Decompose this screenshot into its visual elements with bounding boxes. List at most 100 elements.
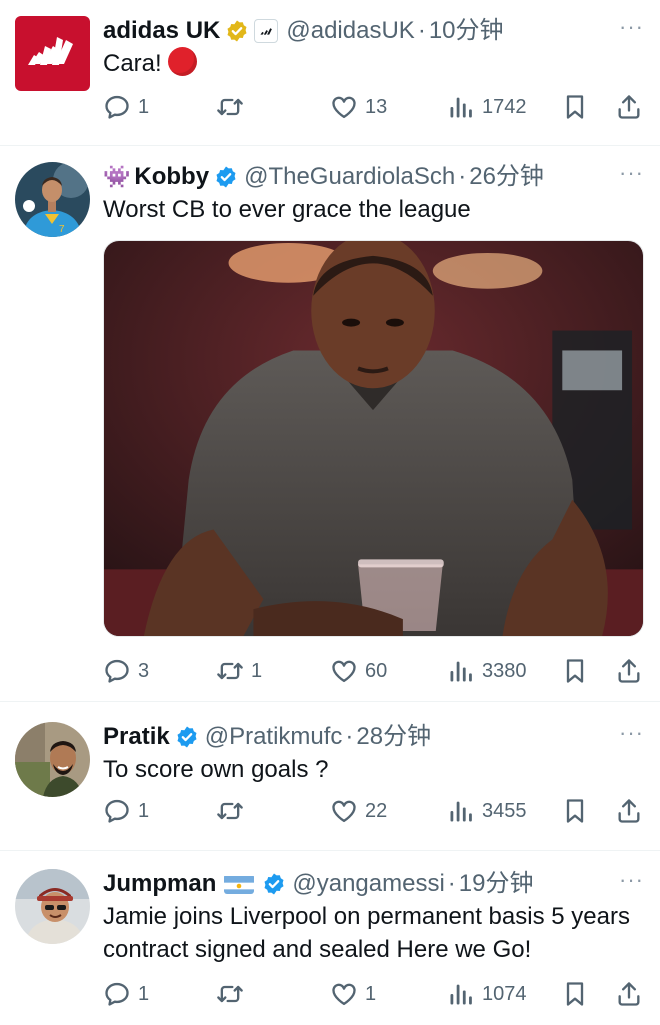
avatar[interactable] (15, 869, 90, 944)
more-options-icon[interactable]: ··· (619, 12, 644, 42)
heart-icon (330, 93, 358, 121)
view-count: 1074 (482, 982, 527, 1005)
views-chart-icon (447, 93, 475, 121)
tweet-text: To score own goals ? (103, 756, 329, 783)
reply-count: 1 (138, 799, 150, 822)
tweet-time[interactable]: 26分钟 (469, 162, 544, 192)
retweet-icon (216, 797, 244, 825)
tweet[interactable]: adidas UK @adidasUK · 10分钟 ··· Cara! 1 1… (0, 0, 660, 146)
views-button[interactable]: 3380 (447, 656, 527, 686)
views-chart-icon (447, 657, 475, 685)
more-options-icon[interactable]: ··· (619, 158, 644, 188)
tweet-content: Pratik @Pratikmufc · 28分钟 ··· To score o… (103, 720, 644, 850)
display-name[interactable]: Jumpman (103, 869, 216, 899)
user-handle[interactable]: @yangamessi (292, 869, 444, 899)
reply-count: 1 (138, 95, 150, 118)
display-name[interactable]: Kobby (134, 162, 209, 192)
views-button[interactable]: 1742 (447, 92, 527, 122)
reply-icon (103, 657, 131, 685)
reply-button[interactable]: 1 (103, 92, 149, 122)
reply-button[interactable]: 1 (103, 796, 149, 826)
retweet-icon (216, 980, 244, 1008)
display-name[interactable]: adidas UK (103, 16, 220, 46)
more-options-icon[interactable]: ··· (619, 865, 644, 895)
retweet-icon (216, 657, 244, 685)
bookmark-button[interactable] (561, 979, 589, 1009)
affiliate-logo-icon[interactable] (254, 19, 279, 43)
red-circle-emoji-icon (167, 47, 197, 76)
more-options-icon[interactable]: ··· (619, 718, 644, 748)
retweet-button[interactable] (216, 979, 251, 1009)
tweet-time[interactable]: 19分钟 (459, 869, 534, 899)
user-handle[interactable]: @adidasUK (286, 16, 414, 46)
bookmark-icon (561, 980, 589, 1008)
like-count: 1 (365, 982, 377, 1005)
reply-icon (103, 797, 131, 825)
reply-icon (103, 93, 131, 121)
separator-dot: · (345, 723, 354, 750)
reply-count: 3 (138, 659, 150, 682)
views-chart-icon (447, 797, 475, 825)
heart-icon (330, 657, 358, 685)
view-count: 3455 (482, 799, 527, 822)
tweet-time[interactable]: 10分钟 (429, 16, 504, 46)
views-chart-icon (447, 980, 475, 1008)
views-button[interactable]: 3455 (447, 796, 527, 826)
like-button[interactable]: 22 (330, 796, 387, 826)
bookmark-button[interactable] (561, 656, 589, 686)
like-count: 22 (365, 799, 388, 822)
reply-count: 1 (138, 982, 150, 1005)
avatar[interactable]: 7 (15, 162, 90, 237)
share-button[interactable] (615, 796, 643, 826)
tweet-actions: 1 13 1742 (103, 92, 644, 122)
share-button[interactable] (615, 656, 643, 686)
space-invader-emoji-icon: 👾 (103, 164, 131, 189)
reply-button[interactable]: 1 (103, 979, 149, 1009)
reply-button[interactable]: 3 (103, 656, 149, 686)
retweet-button[interactable]: 1 (216, 656, 262, 686)
verified-blue-icon (175, 725, 199, 749)
avatar[interactable] (15, 16, 90, 91)
tweet-header: 👾 Kobby @TheGuardiolaSch · 26分钟 ··· (103, 160, 644, 192)
bookmark-icon (561, 657, 589, 685)
tweet-header: adidas UK @adidasUK · 10分钟 ··· (103, 14, 644, 46)
reply-icon (103, 980, 131, 1008)
like-count: 13 (365, 95, 388, 118)
user-handle[interactable]: @TheGuardiolaSch (244, 162, 455, 192)
tweet-media-image[interactable] (103, 240, 644, 637)
tweet[interactable]: 7 👾 Kobby @TheGuardiolaSch · 26分钟 ··· Wo… (0, 146, 660, 702)
tweet-content: 👾 Kobby @TheGuardiolaSch · 26分钟 ··· Wors… (103, 160, 644, 701)
tweet-header: Jumpman @yangamessi · 19分钟 ··· (103, 867, 644, 899)
share-icon (615, 980, 643, 1008)
bookmark-button[interactable] (561, 92, 589, 122)
share-button[interactable] (615, 92, 643, 122)
like-button[interactable]: 1 (330, 979, 376, 1009)
tweet-text-body: Cara! (103, 50, 162, 77)
share-icon (615, 797, 643, 825)
tweet-text: Jamie joins Liverpool on permanent basis… (103, 903, 630, 963)
avatar-column (15, 869, 103, 1025)
tweet[interactable]: Jumpman @yangamessi · 19分钟 ··· Jamie joi… (0, 851, 660, 1025)
tweet-time[interactable]: 28分钟 (356, 722, 431, 752)
tweet[interactable]: Pratik @Pratikmufc · 28分钟 ··· To score o… (0, 702, 660, 851)
bookmark-icon (561, 797, 589, 825)
timeline-feed: adidas UK @adidasUK · 10分钟 ··· Cara! 1 1… (0, 0, 660, 1025)
retweet-button[interactable] (216, 796, 251, 826)
share-icon (615, 93, 643, 121)
like-button[interactable]: 60 (330, 656, 387, 686)
bookmark-button[interactable] (561, 796, 589, 826)
view-count: 3380 (482, 659, 527, 682)
share-button[interactable] (615, 979, 643, 1009)
separator-dot: · (417, 17, 426, 44)
avatar[interactable] (15, 722, 90, 797)
tweet-header: Pratik @Pratikmufc · 28分钟 ··· (103, 720, 644, 752)
user-handle[interactable]: @Pratikmufc (205, 722, 343, 752)
retweet-button[interactable] (216, 92, 251, 122)
like-button[interactable]: 13 (330, 92, 387, 122)
display-name[interactable]: Pratik (103, 722, 170, 752)
retweet-icon (216, 93, 244, 121)
verified-gold-icon (225, 19, 249, 43)
heart-icon (330, 980, 358, 1008)
views-button[interactable]: 1074 (447, 979, 527, 1009)
tweet-text: Worst CB to ever grace the league (103, 196, 471, 223)
